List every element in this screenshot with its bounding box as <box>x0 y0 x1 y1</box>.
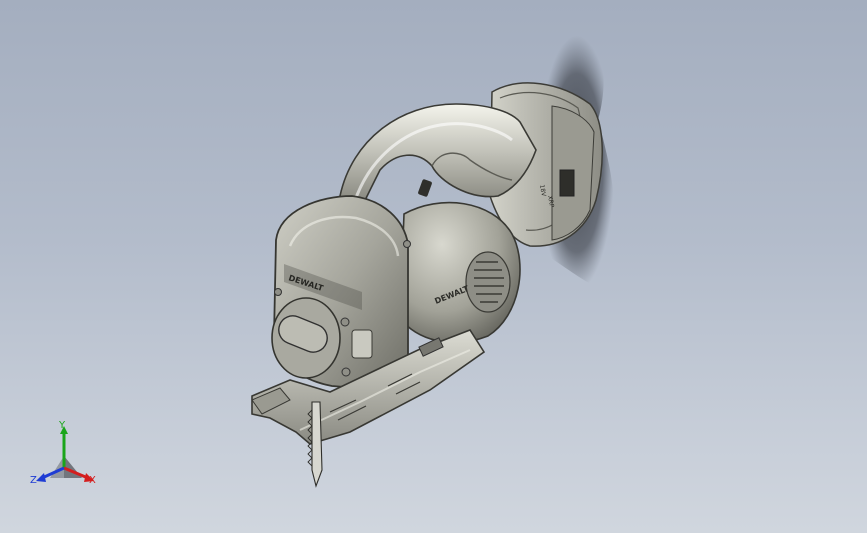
jigsaw-model[interactable]: 18V XRP DEWALT DEWALT <box>0 0 867 533</box>
x-axis-label: X <box>89 475 96 486</box>
screw <box>274 288 282 296</box>
screw <box>340 317 350 327</box>
axis-triad: Y X Z <box>26 420 106 490</box>
front-housing[interactable]: DEWALT <box>271 195 411 388</box>
screw <box>341 367 351 377</box>
graphics-viewport[interactable]: 18V XRP DEWALT DEWALT Y X Z <box>0 0 867 533</box>
screw <box>403 240 411 248</box>
trigger-switch[interactable] <box>418 179 433 197</box>
z-axis-label: Z <box>30 475 37 486</box>
motor-housing[interactable]: DEWALT <box>399 201 521 344</box>
front-badge <box>351 329 373 359</box>
y-axis-label: Y <box>59 420 66 431</box>
